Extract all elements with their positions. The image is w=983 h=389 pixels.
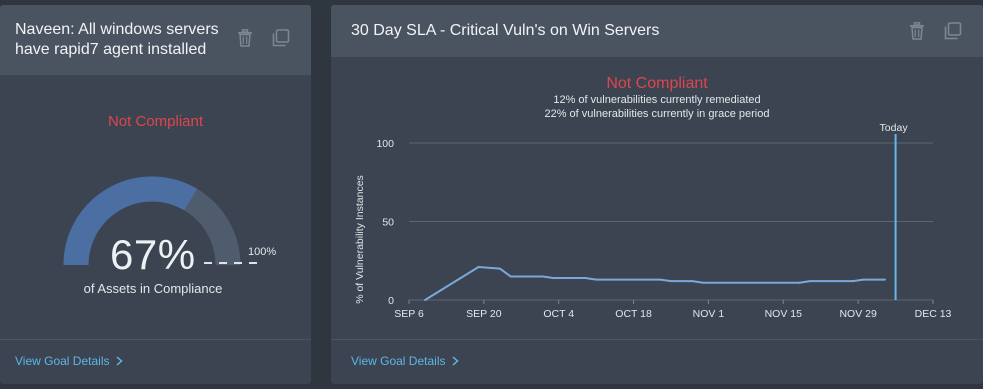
series-point (670, 280, 672, 283)
gauge-percent: 67% (110, 231, 196, 278)
series-point (552, 277, 555, 280)
chart-grid (409, 142, 933, 301)
gauge-caption: of Assets in Compliance (83, 281, 223, 296)
x-tick-label: NOV 29 (839, 308, 877, 320)
sla-line-chart: 0 50 100 SEP 6 SEP 20 OCT 4 OCT 18 NOV 1 NOV 15… (354, 122, 952, 320)
card-header: Naveen: All windows servers have rapid7 … (0, 5, 311, 75)
y-tick-label: 0 (388, 295, 394, 307)
series-point (809, 280, 812, 283)
series-point (702, 281, 705, 284)
x-tick-label: NOV 15 (765, 308, 803, 320)
copy-icon[interactable] (270, 27, 292, 49)
x-tick-label: OCT 4 (543, 308, 574, 320)
compliance-status: Not Compliant (107, 113, 204, 130)
remediated-summary: 12% of vulnerabilities currently remedia… (553, 94, 761, 106)
series-point (477, 266, 480, 269)
series-point (862, 278, 865, 281)
link-label: View Goal Details (15, 354, 110, 368)
card-footer: View Goal Details (0, 339, 311, 384)
series-point (851, 280, 854, 283)
y-axis-ticks: 0 50 100 (376, 138, 394, 307)
today-marker-group: Today (880, 122, 909, 300)
x-tick-label: SEP 20 (466, 308, 502, 320)
series-point (541, 275, 544, 278)
goal-card-agent-installed: Naveen: All windows servers have rapid7 … (0, 5, 311, 384)
compliance-status: Not Compliant (606, 75, 708, 92)
y-axis-label: % of Vulnerability Instances (354, 175, 366, 304)
link-label: View Goal Details (351, 354, 446, 368)
series-point (498, 267, 501, 270)
target-dash-line (204, 262, 260, 264)
series-point (883, 278, 886, 281)
goal-card-sla-critical-vulns: 30 Day SLA - Critical Vuln's on Win Serv… (331, 5, 983, 384)
series-point (798, 281, 801, 284)
series-point (424, 299, 427, 301)
x-tick-label: NOV 1 (693, 308, 725, 320)
series-point (509, 275, 512, 278)
trash-icon[interactable] (906, 20, 928, 42)
chevron-right-icon (452, 356, 459, 366)
y-tick-label: 100 (376, 138, 394, 150)
today-marker-label: Today (880, 122, 909, 134)
series-point (659, 278, 662, 281)
card-header: 30 Day SLA - Critical Vuln's on Win Serv… (331, 5, 983, 57)
copy-icon[interactable] (942, 20, 964, 42)
card-title: Naveen: All windows servers have rapid7 … (15, 21, 219, 58)
view-goal-details-link[interactable]: View Goal Details (15, 354, 123, 368)
x-tick-label: DEC 13 (915, 308, 952, 320)
series-point (595, 278, 598, 281)
gauge-target-label: 100% (248, 246, 277, 258)
chevron-right-icon (116, 356, 123, 366)
card-footer: View Goal Details (331, 339, 983, 384)
x-tick-label: OCT 18 (615, 308, 652, 320)
series-line (424, 266, 885, 301)
series-group (424, 266, 886, 301)
x-axis-ticks: SEP 6 SEP 20 OCT 4 OCT 18 NOV 1 NOV 15 NOV 29 D… (394, 300, 952, 320)
view-goal-details-link[interactable]: View Goal Details (351, 354, 459, 368)
series-point (691, 280, 694, 283)
x-tick-label: SEP 6 (394, 308, 424, 320)
grace-period-summary: 22% of vulnerabilities currently in grac… (544, 108, 770, 120)
y-tick-label: 50 (382, 217, 394, 229)
series-point (584, 277, 587, 280)
card-title: 30 Day SLA - Critical Vuln's on Win Serv… (351, 22, 660, 39)
trash-icon[interactable] (234, 27, 256, 49)
